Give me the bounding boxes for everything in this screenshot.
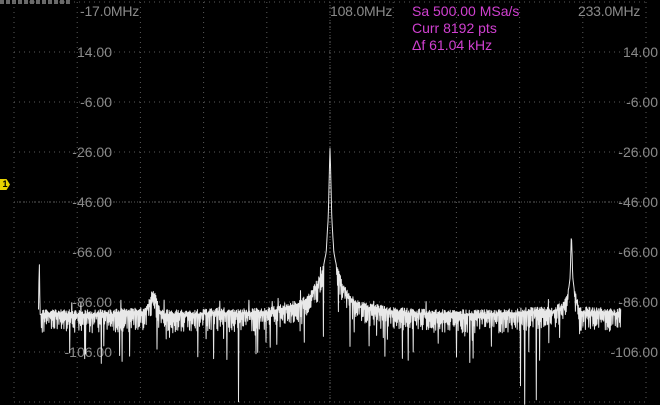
y-tick-label-right: -66.00	[618, 244, 658, 260]
y-tick-label-right: -106.00	[611, 344, 659, 360]
points-readout: Curr 8192 pts	[412, 20, 497, 36]
y-tick-label-left: -26.00	[72, 144, 112, 160]
frequency-resolution-readout: Δf 61.04 kHz	[412, 37, 493, 53]
y-tick-label-left: 14.00	[77, 44, 112, 60]
center-frequency-label: 108.0MHz	[330, 3, 393, 19]
y-tick-label-left: -106.00	[65, 344, 113, 360]
spectrum-display: 14.00 14.00 -6.00 -6.00 -26.00 -26.00 -46.00 -4…	[0, 0, 660, 405]
y-tick-label-right: -6.00	[626, 94, 658, 110]
end-frequency-label: 233.0MHz	[578, 3, 641, 19]
y-tick-label-right: -26.00	[618, 144, 658, 160]
y-tick-label-right: -86.00	[618, 294, 658, 310]
y-tick-label-left: -66.00	[72, 244, 112, 260]
spectrum-trace	[38, 148, 622, 405]
y-tick-label-right: 14.00	[623, 44, 658, 60]
fft-plot: 14.00 14.00 -6.00 -6.00 -26.00 -26.00 -46.00 -4…	[13, 1, 659, 405]
y-tick-label-left: -46.00	[72, 194, 112, 210]
y-tick-label-left: -6.00	[80, 94, 112, 110]
start-frequency-label: -17.0MHz	[80, 3, 140, 19]
sample-rate-readout: Sa 500.00 MSa/s	[412, 3, 520, 19]
y-tick-label-right: -46.00	[618, 194, 658, 210]
y-tick-label-left: -86.00	[72, 294, 112, 310]
